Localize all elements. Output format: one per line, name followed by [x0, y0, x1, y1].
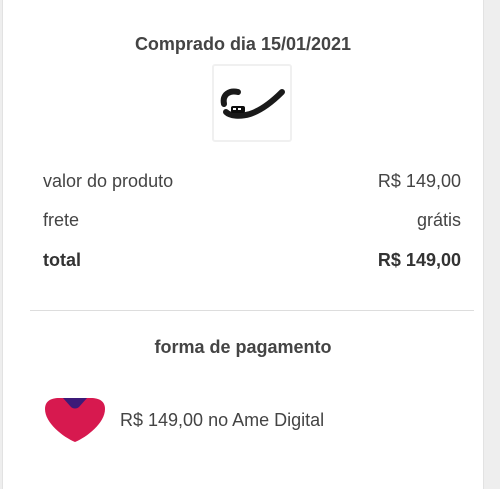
- fitness-band-icon: [220, 88, 285, 119]
- summary-row-total: total R$ 149,00: [43, 248, 461, 272]
- summary-label: total: [43, 250, 81, 270]
- summary-label: valor do produto: [43, 171, 174, 191]
- product-thumbnail[interactable]: [212, 64, 292, 142]
- summary-value: grátis: [416, 210, 461, 230]
- section-divider: [30, 310, 474, 311]
- summary-label: frete: [43, 210, 80, 230]
- order-details-card: Comprado dia 15/01/2021 valor do produto…: [2, 0, 484, 489]
- summary-row-product-value: valor do produto R$ 149,00: [43, 169, 461, 193]
- ame-digital-logo-icon: [43, 395, 107, 450]
- payment-section-title: forma de pagamento: [154, 337, 332, 357]
- summary-value: R$ 149,00: [377, 250, 461, 270]
- summary-value: R$ 149,00: [377, 171, 461, 191]
- purchase-date: Comprado dia 15/01/2021: [134, 34, 352, 54]
- summary-row-shipping: frete grátis: [43, 208, 461, 232]
- payment-method-description: R$ 149,00 no Ame Digital: [120, 410, 325, 430]
